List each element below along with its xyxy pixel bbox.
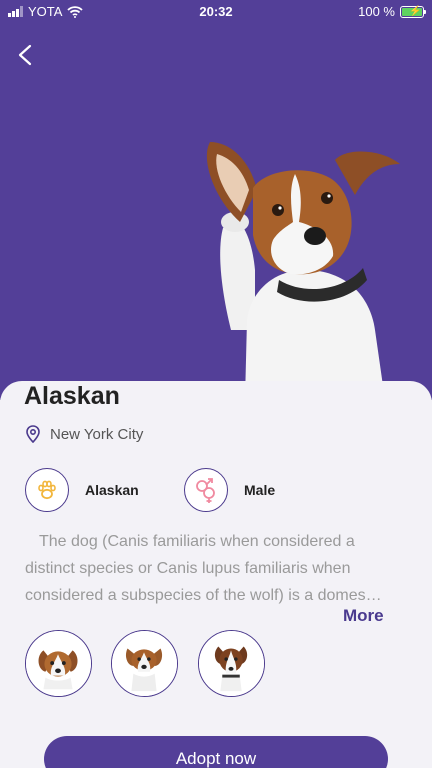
more-link[interactable]: More (343, 606, 384, 626)
chevron-left-icon (18, 44, 32, 66)
gender-icon (196, 478, 215, 503)
back-button[interactable] (12, 40, 40, 70)
battery-percent: 100 % (358, 4, 395, 19)
pet-name: Alaskan (24, 382, 120, 410)
gender-attribute: Male (184, 468, 275, 512)
hero-header: YOTA 20:32 100 % ⚡ (0, 0, 432, 400)
location-pin-icon (26, 425, 40, 443)
gallery-photo-1[interactable] (25, 630, 92, 697)
pet-description: The dog (Canis familiaris when considere… (25, 533, 382, 604)
dog-thumbnail-1 (26, 631, 91, 696)
breed-label: Alaskan (85, 482, 139, 498)
paw-icon (38, 480, 56, 500)
gallery-photo-2[interactable] (111, 630, 178, 697)
gallery-photo-3[interactable] (198, 630, 265, 697)
location-text: New York City (50, 425, 144, 443)
status-bar: YOTA 20:32 100 % ⚡ (0, 0, 432, 24)
battery-icon: ⚡ (400, 5, 426, 18)
dog-thumbnail-3 (199, 631, 264, 696)
gender-icon-circle (184, 468, 228, 512)
breed-icon-circle (25, 468, 69, 512)
dog-photo (206, 142, 400, 400)
status-right: 100 % ⚡ (358, 4, 426, 19)
dog-thumbnail-2 (112, 631, 177, 696)
adopt-now-button[interactable]: Adopt now (44, 736, 388, 768)
breed-attribute: Alaskan (25, 468, 139, 512)
gender-label: Male (244, 482, 276, 498)
pet-location: New York City (26, 425, 143, 443)
